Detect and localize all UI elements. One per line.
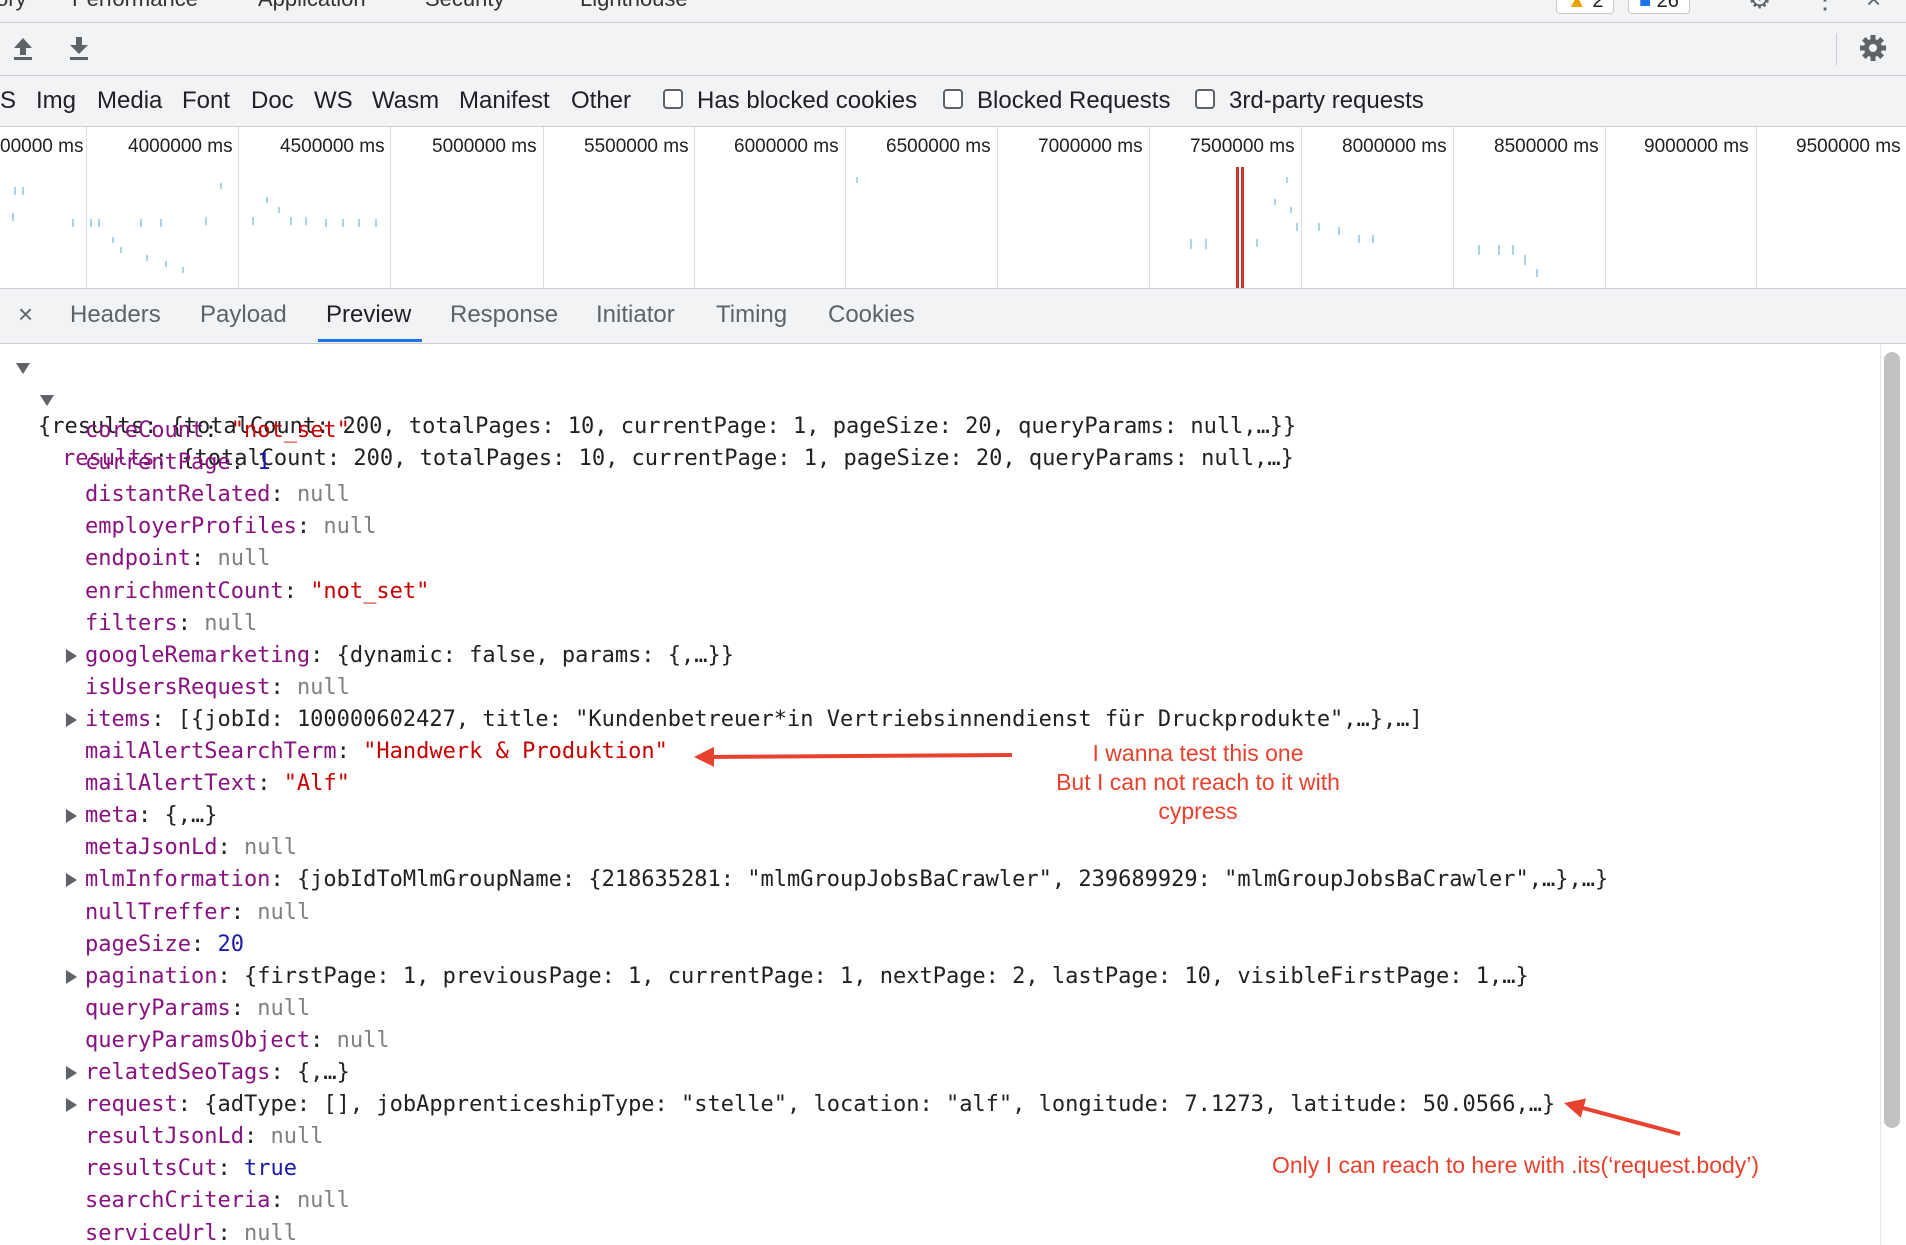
- annotation-arrow-2: [1564, 1098, 1681, 1136]
- annotation-arrow-1: [694, 746, 1013, 767]
- annotation-arrows: [694, 746, 1681, 1136]
